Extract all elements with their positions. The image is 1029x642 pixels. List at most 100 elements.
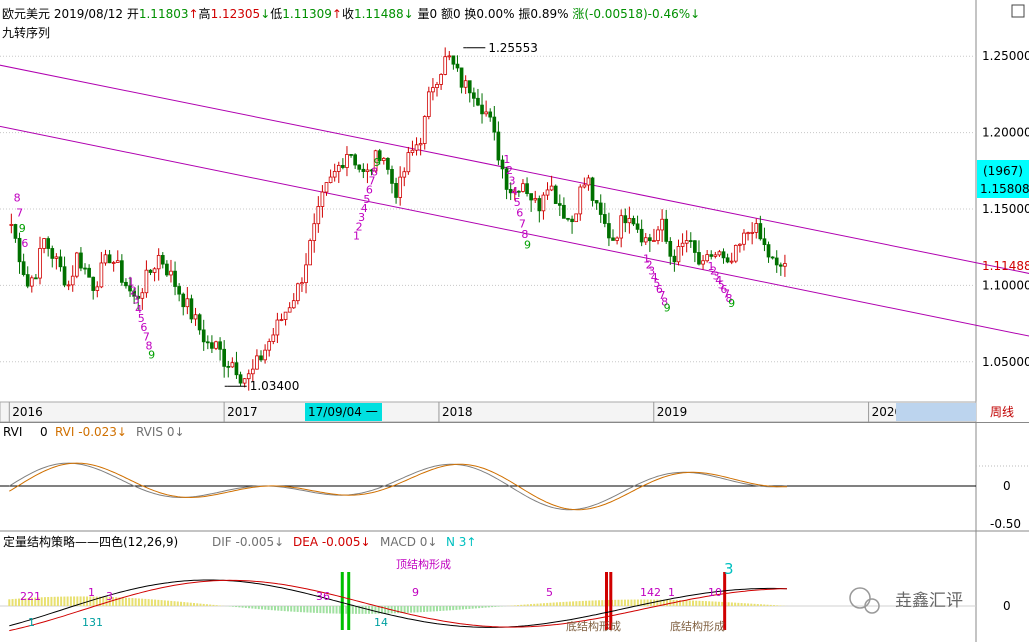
candle-body — [770, 256, 775, 259]
macd-number-label: 1 — [88, 586, 95, 599]
candle-body — [476, 97, 480, 106]
candle-body — [557, 203, 562, 206]
candle-body — [783, 263, 787, 267]
last-price-label: 1.11488 — [982, 259, 1029, 273]
candle-body — [738, 243, 742, 246]
candle-body — [165, 263, 169, 276]
y-tick-label: 1.10000 — [982, 278, 1029, 292]
candle-body — [598, 202, 603, 215]
candle-body — [635, 223, 640, 230]
candle-body — [156, 255, 161, 270]
candle-body — [684, 240, 689, 244]
candle-body — [668, 240, 673, 257]
macd-title: 定量结构策略——四色(12,26,9) — [3, 534, 178, 549]
candle-body — [521, 183, 525, 192]
rvi-title: RVI — [3, 425, 22, 439]
candle-body — [566, 217, 570, 220]
candle-body — [259, 355, 263, 361]
candle-body — [594, 200, 599, 204]
candle-body — [648, 237, 652, 242]
candle-body — [74, 252, 79, 277]
candle-body — [230, 362, 235, 368]
candle-body — [488, 111, 493, 118]
candle-body — [570, 218, 574, 223]
candle-body — [746, 232, 750, 235]
candle-body — [263, 349, 267, 361]
candle-body — [414, 144, 419, 151]
candle-body — [353, 154, 357, 166]
candle-body — [688, 240, 693, 242]
candle-body — [607, 223, 611, 239]
rvi-axis-0: 0 — [1003, 479, 1011, 493]
candle-body — [238, 374, 243, 384]
candle-body — [664, 218, 669, 242]
candle-body — [9, 224, 14, 226]
candle-body — [672, 255, 677, 263]
candle-body — [291, 300, 296, 309]
maximize-icon[interactable] — [1011, 4, 1025, 18]
candle-body — [574, 213, 579, 223]
x-tick-label: 2016 — [12, 405, 43, 419]
rvi-value: RVI -0.023↓ — [55, 425, 127, 439]
candle-body — [602, 214, 607, 224]
candle-body — [87, 267, 91, 278]
candle-body — [426, 91, 431, 117]
candle-body — [529, 193, 533, 201]
candle-body — [103, 254, 108, 264]
candle-body — [279, 319, 284, 321]
candle-body — [553, 185, 558, 204]
candle-body — [390, 169, 394, 184]
y-tick-label: 1.05000 — [982, 355, 1029, 369]
candle-body — [140, 292, 145, 299]
candle-body — [656, 229, 660, 241]
y-tick-label: 1.15000 — [982, 202, 1029, 216]
channel-line — [0, 64, 1029, 274]
candle-body — [296, 283, 300, 302]
macd-number-label: 14 — [640, 586, 654, 599]
candle-body — [99, 262, 104, 288]
candle-body — [537, 198, 542, 212]
candle-body — [725, 257, 730, 263]
scroll-thumb[interactable] — [896, 403, 976, 421]
candle-body — [717, 251, 722, 256]
candle-body — [709, 254, 714, 257]
candle-body — [328, 176, 333, 183]
candle-body — [13, 224, 18, 239]
rvi-panel[interactable]: RVI 0 RVI -0.023↓ RVIS 0↓ 0 -0.50 — [0, 422, 1029, 532]
x-tick-label: 2017 — [227, 405, 258, 419]
candle-body — [484, 111, 488, 115]
candle-body — [533, 198, 538, 201]
candle-body — [386, 157, 390, 170]
candle-body — [615, 237, 619, 241]
candle-body — [643, 237, 648, 243]
candle-body — [25, 274, 30, 287]
price-chart[interactable]: 8796123456789123456789 123456789123456789… — [0, 0, 1029, 423]
candle-body — [525, 183, 529, 194]
candle-body — [300, 282, 304, 285]
candle-body — [345, 154, 349, 168]
candle-body — [701, 260, 705, 265]
candle-body — [218, 341, 222, 350]
timeframe-label[interactable]: 周线 — [990, 405, 1014, 419]
candle-body — [152, 268, 157, 273]
candle-body — [177, 286, 181, 295]
candle-body — [742, 232, 746, 245]
dea-value: DEA -0.005↓ — [293, 535, 371, 549]
candle-body — [336, 164, 341, 172]
candle-body — [193, 314, 198, 320]
candle-body — [541, 194, 546, 212]
candle-body — [95, 286, 100, 291]
macd-panel[interactable]: 定量结构策略——四色(12,26,9) DIF -0.005↓ DEA -0.0… — [0, 532, 1029, 642]
candle-body — [435, 84, 439, 89]
macd-number-label: 10 — [708, 586, 722, 599]
candle-body — [447, 55, 452, 58]
candle-body — [758, 223, 763, 240]
candle-body — [697, 252, 701, 265]
channel-line — [0, 125, 1029, 337]
macd-number-label: 14 — [374, 616, 388, 629]
macd-value: MACD 0↓ — [380, 535, 437, 549]
candle-body — [733, 244, 738, 262]
candle-body — [582, 184, 587, 188]
cursor-date-label: 17/09/04 一 — [308, 405, 378, 419]
candle-body — [381, 157, 386, 161]
